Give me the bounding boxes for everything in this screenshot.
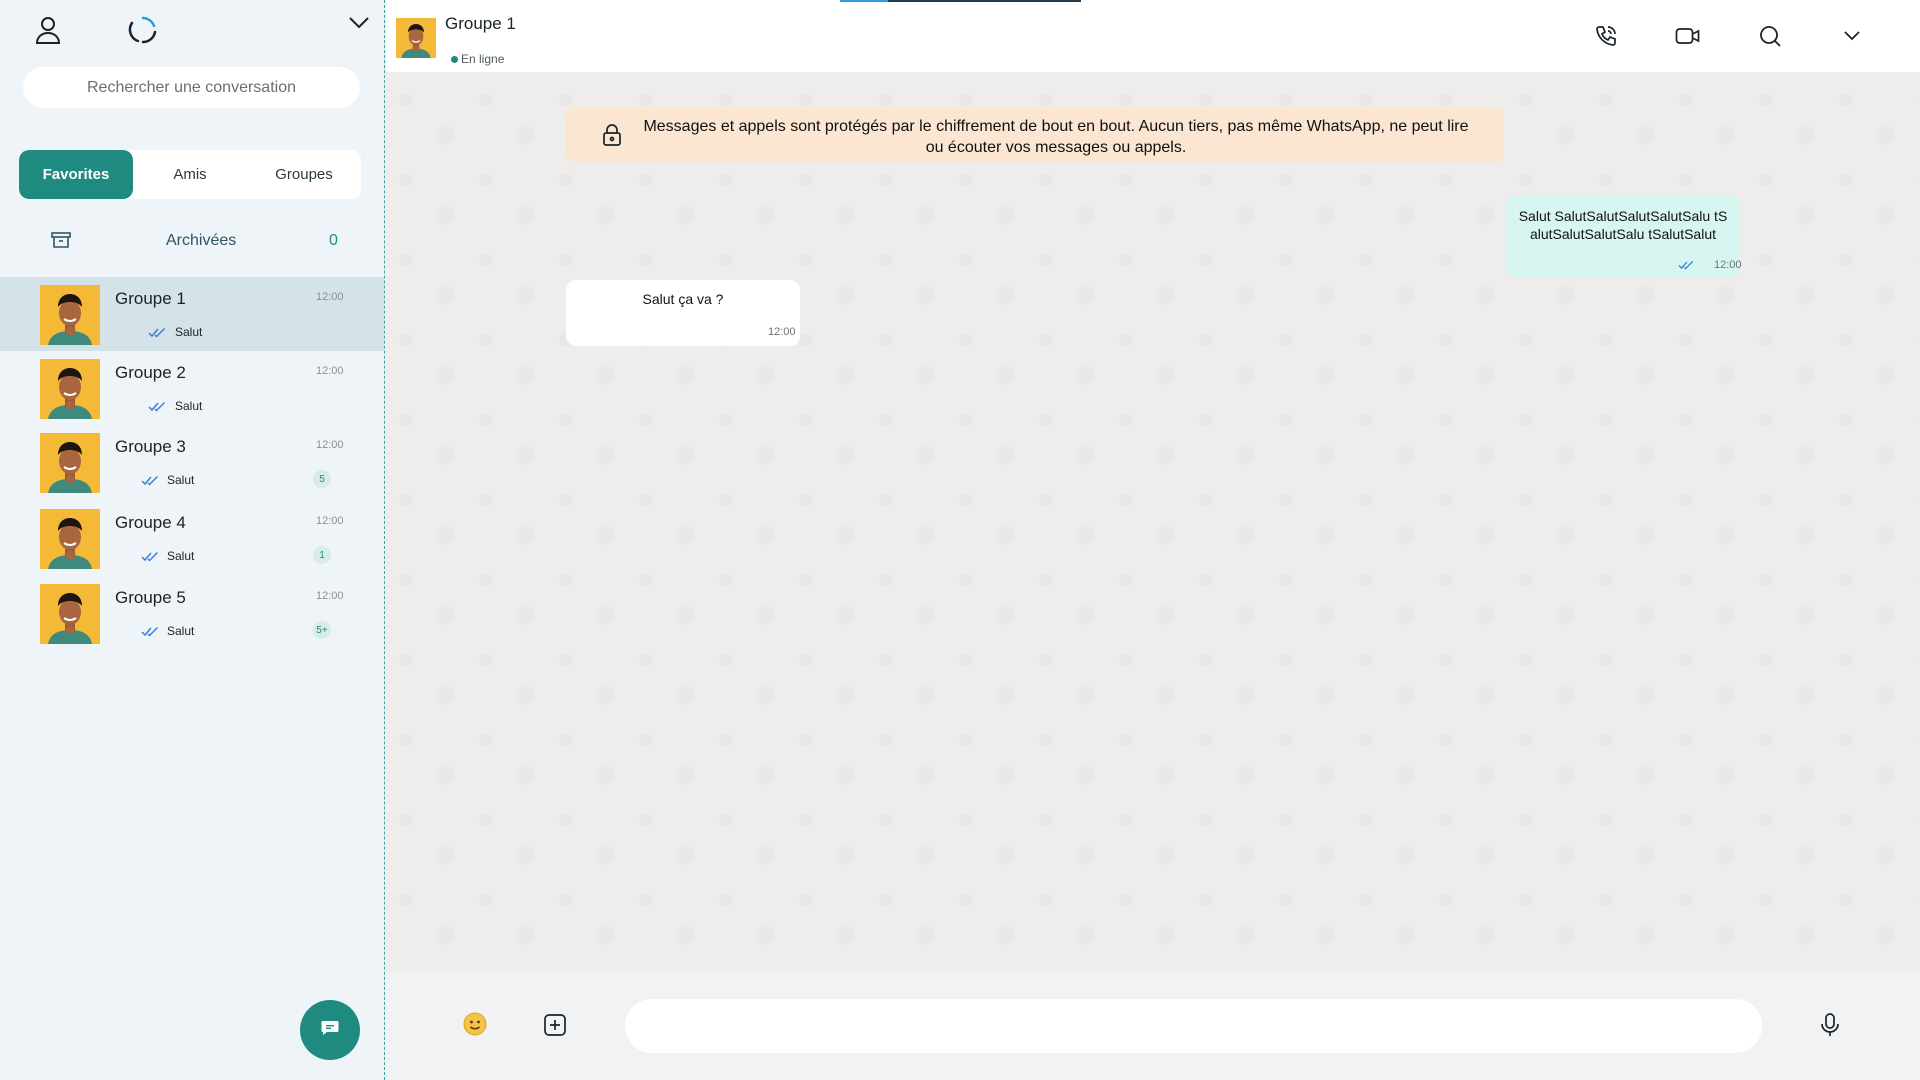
conversation-time: 12:00 <box>316 439 344 451</box>
conversation-item[interactable]: Groupe 2 12:00 Salut <box>0 351 384 425</box>
encryption-notice: Messages et appels sont protégés par le … <box>566 108 1504 162</box>
conversation-time: 12:00 <box>316 515 344 527</box>
conversation-last-message: Salut <box>175 399 203 413</box>
conversation-time: 12:00 <box>316 590 344 602</box>
conversation-item[interactable]: Groupe 4 12:00 Salut 1 <box>0 501 384 575</box>
conversation-last-message: Salut <box>167 473 195 487</box>
conversation-time: 12:00 <box>316 365 344 377</box>
message-time: 12:00 <box>768 326 796 338</box>
double-check-icon <box>148 325 166 343</box>
conversation-name: Groupe 5 <box>115 588 186 607</box>
chat-header: Groupe 1 En ligne <box>386 0 1920 72</box>
phone-icon[interactable] <box>1592 22 1620 50</box>
avatar <box>40 359 100 419</box>
conversation-item[interactable]: Groupe 3 12:00 Salut 5 <box>0 425 384 499</box>
avatar <box>40 433 100 493</box>
conversation-time: 12:00 <box>316 291 344 303</box>
avatar <box>40 509 100 569</box>
archived-count: 0 <box>329 232 338 249</box>
unread-badge: 1 <box>313 546 331 564</box>
tab-friends[interactable]: Amis <box>133 150 247 199</box>
message-time: 12:00 <box>1714 259 1742 271</box>
sidebar-topbar <box>0 0 385 62</box>
status-ring-icon[interactable] <box>127 14 159 46</box>
incoming-message[interactable]: Salut ça va ? 12:00 <box>566 280 800 346</box>
double-check-icon <box>141 549 159 567</box>
archived-row[interactable]: Archivées 0 <box>0 222 385 262</box>
double-check-icon <box>141 624 159 642</box>
search-input[interactable] <box>23 67 360 108</box>
chat-bubble-icon <box>321 1020 339 1041</box>
chat-panel: Groupe 1 En ligne Messages et appels son… <box>386 0 1920 1080</box>
chevron-down-icon[interactable] <box>1838 22 1866 50</box>
conversation-item[interactable]: Groupe 1 12:00 Salut <box>0 277 384 351</box>
online-dot <box>451 55 458 63</box>
tab-favorites[interactable]: Favorites <box>19 150 133 199</box>
double-check-icon <box>148 399 166 417</box>
outgoing-message[interactable]: Salut SalutSalutSalutSalutSalu tSalutSal… <box>1506 195 1742 278</box>
archive-icon <box>51 231 71 249</box>
conversation-name: Groupe 3 <box>115 437 186 456</box>
double-check-icon <box>1678 257 1694 275</box>
microphone-icon[interactable] <box>1820 1012 1840 1043</box>
avatar <box>40 584 100 644</box>
message-composer <box>386 972 1920 1080</box>
message-input[interactable] <box>625 999 1762 1053</box>
chevron-down-icon[interactable] <box>346 12 372 34</box>
status-text: En ligne <box>461 52 505 66</box>
plus-square-icon[interactable] <box>543 1013 567 1042</box>
user-icon[interactable] <box>34 14 62 46</box>
new-chat-button[interactable] <box>300 1000 360 1060</box>
video-camera-icon[interactable] <box>1674 22 1702 50</box>
tab-groups[interactable]: Groupes <box>247 150 361 199</box>
emoji-icon[interactable] <box>462 1011 488 1042</box>
chat-avatar[interactable] <box>396 18 436 58</box>
loading-bar <box>840 0 1081 2</box>
archived-label: Archivées <box>166 232 237 249</box>
avatar <box>40 285 100 345</box>
tab-bar: Favorites Amis Groupes <box>19 150 361 199</box>
conversation-name: Groupe 1 <box>115 289 186 308</box>
conversation-last-message: Salut <box>167 549 195 563</box>
unread-badge: 5+ <box>313 621 331 639</box>
message-text: Salut ça va ? <box>642 291 724 307</box>
conversation-last-message: Salut <box>175 325 203 339</box>
double-check-icon <box>141 473 159 491</box>
chat-title: Groupe 1 <box>445 14 516 33</box>
conversation-last-message: Salut <box>167 624 195 638</box>
encryption-notice-text: Messages et appels sont protégés par le … <box>643 118 1469 156</box>
unread-badge: 5 <box>313 470 331 488</box>
online-status: En ligne <box>451 52 504 66</box>
message-text: Salut SalutSalutSalutSalutSalu tSalutSal… <box>1518 208 1728 242</box>
lock-icon <box>602 123 622 152</box>
conversation-name: Groupe 2 <box>115 363 186 382</box>
conversation-item[interactable]: Groupe 5 12:00 Salut 5+ <box>0 576 384 650</box>
sidebar: Favorites Amis Groupes Archivées 0 Group… <box>0 0 385 1080</box>
conversation-name: Groupe 4 <box>115 513 186 532</box>
search-icon[interactable] <box>1756 22 1784 50</box>
